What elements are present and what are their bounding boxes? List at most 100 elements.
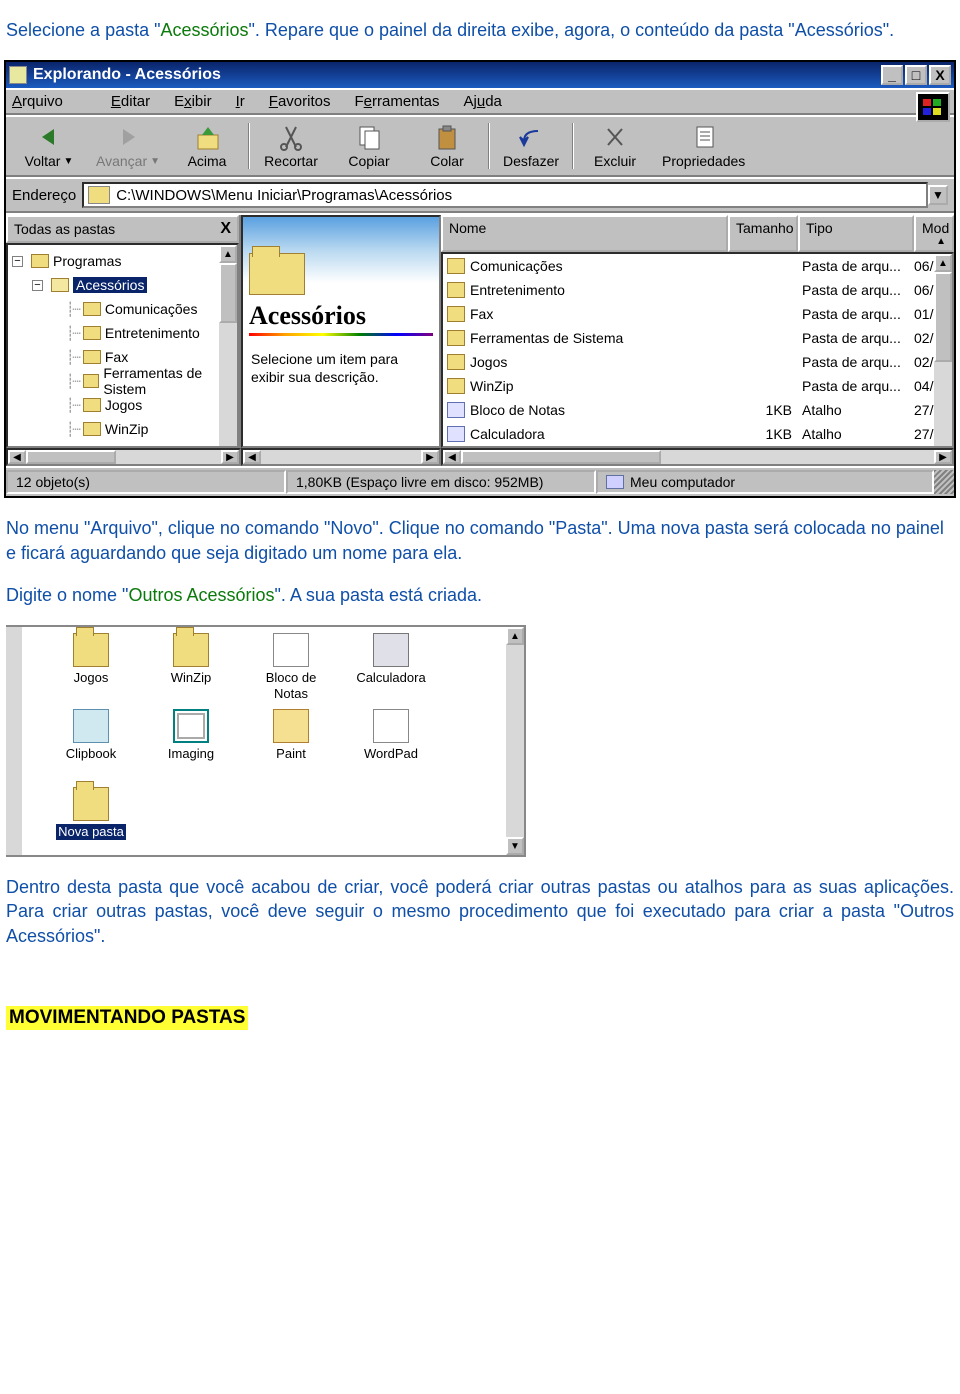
- tree-item[interactable]: Entretenimento: [105, 325, 200, 341]
- menu-editar[interactable]: Editar: [111, 93, 150, 110]
- expand-icon[interactable]: −: [32, 280, 43, 291]
- list-row[interactable]: FaxPasta de arqu...01/: [443, 302, 952, 326]
- file-list[interactable]: ComunicaçõesPasta de arqu...06/ Entreten…: [441, 252, 954, 448]
- tb-colar[interactable]: Colar: [408, 119, 486, 173]
- menu-ir[interactable]: Ir: [236, 93, 245, 110]
- notepad-icon: [273, 633, 309, 667]
- icon-wordpad[interactable]: WordPad: [346, 709, 436, 762]
- tree-item[interactable]: WinZip: [105, 421, 149, 437]
- icon-jogos[interactable]: Jogos: [46, 633, 136, 686]
- folder-icon: [73, 633, 109, 667]
- list-row[interactable]: JogosPasta de arqu...02/: [443, 350, 952, 374]
- icon-clipbook[interactable]: Clipbook: [46, 709, 136, 762]
- scroll-down-button[interactable]: ▼: [506, 837, 524, 855]
- list-row[interactable]: Ferramentas de SistemaPasta de arqu...02…: [443, 326, 952, 350]
- menu-favoritos[interactable]: Favoritos: [269, 93, 331, 110]
- clipbook-icon: [73, 709, 109, 743]
- icon-bloco[interactable]: Bloco de Notas: [246, 633, 336, 701]
- window-title: Explorando - Acessórios: [33, 66, 881, 84]
- tb-excluir[interactable]: Excluir: [576, 119, 654, 173]
- tree-header-label: Todas as pastas: [14, 221, 115, 237]
- outro: Dentro desta pasta que você acabou de cr…: [0, 875, 960, 948]
- folder-icon: [447, 354, 465, 370]
- tree-scrollbar[interactable]: ▲: [219, 245, 237, 446]
- tb-voltar[interactable]: Voltar▼: [10, 119, 88, 173]
- wordpad-icon: [373, 709, 409, 743]
- iconview-left-scroll[interactable]: [6, 627, 22, 855]
- list-pane: Nome Tamanho Tipo Mod▲ ComunicaçõesPasta…: [441, 215, 954, 448]
- list-row[interactable]: ComunicaçõesPasta de arqu...06/: [443, 254, 952, 278]
- icon-calculadora[interactable]: Calculadora: [346, 633, 436, 686]
- explorer-window: Explorando - Acessórios _ □ X Arquivo Ed…: [4, 60, 956, 498]
- icon-paint[interactable]: Paint: [246, 709, 336, 762]
- col-nome[interactable]: Nome: [441, 215, 728, 252]
- tb-colar-label: Colar: [430, 153, 463, 169]
- list-row[interactable]: WinZipPasta de arqu...04/: [443, 374, 952, 398]
- explorer-icon: [9, 66, 27, 84]
- tb-acima[interactable]: Acima: [168, 119, 246, 173]
- col-tamanho[interactable]: Tamanho: [728, 215, 798, 252]
- list-row[interactable]: Bloco de Notas1KBAtalho27/: [443, 398, 952, 422]
- folder-icon: [83, 350, 101, 364]
- list-hscroll[interactable]: ◀▶: [441, 448, 954, 466]
- icon-nova-pasta[interactable]: Nova pasta: [46, 787, 136, 840]
- tb-recortar[interactable]: Recortar: [252, 119, 330, 173]
- preview-hscroll[interactable]: ◀▶: [241, 448, 441, 466]
- iconview-scrollbar[interactable]: ▲ ▼: [506, 627, 524, 855]
- titlebar[interactable]: Explorando - Acessórios _ □ X: [6, 62, 954, 88]
- tree-hscroll[interactable]: ◀▶: [6, 448, 241, 466]
- resize-grip[interactable]: [934, 470, 954, 494]
- windows-logo-icon: [916, 92, 950, 122]
- menu-arquivo[interactable]: Arquivo: [12, 93, 87, 110]
- shortcut-icon: [447, 402, 465, 418]
- menu-ferramentas[interactable]: Ferramentas: [354, 93, 439, 110]
- list-scrollbar[interactable]: ▲: [934, 254, 952, 446]
- tree-pane: Todas as pastas X −Programas −Acessórios…: [6, 215, 241, 448]
- tree-item-acessorios[interactable]: Acessórios: [73, 277, 147, 293]
- scroll-up-button[interactable]: ▲: [934, 254, 952, 272]
- scroll-up-button[interactable]: ▲: [219, 245, 237, 263]
- address-dropdown-button[interactable]: ▼: [928, 185, 948, 205]
- menu-ajuda[interactable]: Ajuda: [464, 93, 502, 110]
- status-objects: 12 objeto(s): [6, 470, 286, 494]
- p2: No menu "Arquivo", clique no comando "No…: [0, 516, 960, 565]
- calculator-icon: [373, 633, 409, 667]
- close-button[interactable]: X: [929, 65, 951, 85]
- scroll-thumb[interactable]: [219, 263, 237, 323]
- intro-text-b: ". Repare que o painel da direita exibe,…: [249, 20, 895, 40]
- tb-copiar[interactable]: Copiar: [330, 119, 408, 173]
- address-input[interactable]: C:\WINDOWS\Menu Iniciar\Programas\Acessó…: [82, 182, 928, 208]
- intro-p1: Selecione a pasta "Acessórios". Repare q…: [0, 18, 960, 42]
- tree-item[interactable]: Comunicações: [105, 301, 198, 317]
- tree-item[interactable]: Fax: [105, 349, 128, 365]
- tree-item[interactable]: Jogos: [105, 397, 142, 413]
- folder-icon: [83, 326, 101, 340]
- list-row[interactable]: EntretenimentoPasta de arqu...06/: [443, 278, 952, 302]
- folder-tree[interactable]: −Programas −Acessórios ┊┈Comunicações ┊┈…: [6, 243, 239, 448]
- tree-item-programas[interactable]: Programas: [53, 253, 121, 269]
- scroll-thumb[interactable]: [934, 272, 952, 362]
- paint-icon: [273, 709, 309, 743]
- tb-propriedades[interactable]: Propriedades: [654, 119, 753, 173]
- maximize-button[interactable]: □: [905, 65, 927, 85]
- col-tipo[interactable]: Tipo: [798, 215, 914, 252]
- col-mod[interactable]: Mod▲: [914, 215, 954, 252]
- preview-title: Acessórios: [249, 301, 433, 331]
- icon-winzip[interactable]: WinZip: [146, 633, 236, 686]
- menubar: Arquivo Editar Exibir Ir Favoritos Ferra…: [6, 88, 954, 115]
- icon-imaging[interactable]: Imaging: [146, 709, 236, 762]
- list-row[interactable]: Calculadora1KBAtalho27/: [443, 422, 952, 446]
- tb-desfazer[interactable]: Desfazer: [492, 119, 570, 173]
- folder-icon: [83, 302, 101, 316]
- expand-icon[interactable]: −: [12, 256, 23, 267]
- minimize-button[interactable]: _: [881, 65, 903, 85]
- tree-close-button[interactable]: X: [220, 220, 231, 238]
- folder-icon: [173, 633, 209, 667]
- intro-text-a: Selecione a pasta ": [6, 20, 161, 40]
- tb-copiar-label: Copiar: [348, 153, 389, 169]
- tb-propriedades-label: Propriedades: [662, 153, 745, 169]
- tree-item[interactable]: Ferramentas de Sistem: [103, 365, 235, 397]
- menu-exibir[interactable]: Exibir: [174, 93, 212, 110]
- scroll-up-button[interactable]: ▲: [506, 627, 524, 645]
- preview-folder-icon: [249, 253, 305, 295]
